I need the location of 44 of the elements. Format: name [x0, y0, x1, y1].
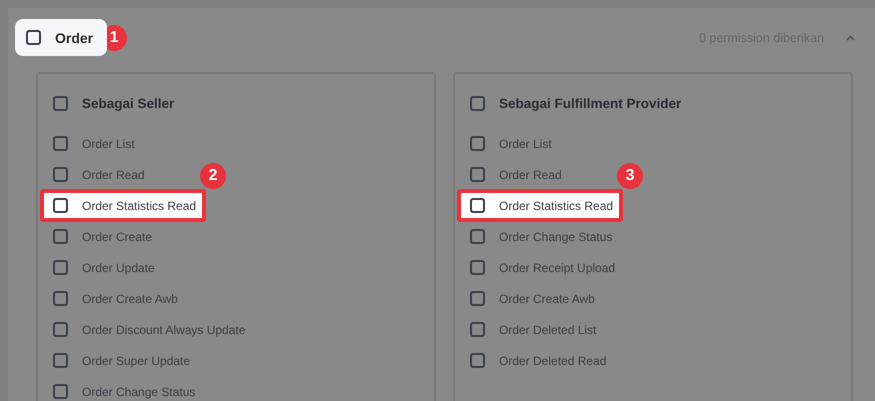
permission-label: Order List	[499, 136, 552, 150]
checkbox[interactable]	[26, 30, 41, 45]
group-title: Sebagai Seller	[82, 96, 174, 110]
permission-label: Order Update	[82, 260, 155, 274]
checkbox[interactable]	[53, 322, 68, 337]
section-label: Order	[55, 30, 94, 46]
permission-label: Order Create Awb	[82, 292, 178, 306]
permission-label: Order Change Status	[499, 230, 612, 244]
permission-label: Order Create	[82, 230, 152, 244]
permission-label: Order List	[82, 136, 135, 150]
checkbox[interactable]	[470, 260, 485, 275]
checkbox[interactable]	[53, 260, 68, 275]
checkbox[interactable]	[470, 291, 485, 306]
checkbox[interactable]	[470, 136, 485, 151]
checkbox[interactable]	[53, 167, 68, 182]
permission-label: Order Read	[499, 168, 562, 182]
checkbox[interactable]	[53, 96, 68, 110]
permission-label: Order Read	[82, 168, 145, 182]
chevron-up-icon[interactable]	[846, 34, 855, 40]
checkbox[interactable]	[53, 384, 68, 399]
checkbox[interactable]	[53, 353, 68, 368]
step-number: 2	[200, 163, 226, 189]
permission-label: Order Deleted Read	[499, 354, 606, 368]
checkbox[interactable]	[53, 198, 68, 213]
permission-label: Order Statistics Read	[499, 198, 614, 212]
checkbox[interactable]	[470, 96, 485, 110]
permission-label: Order Receipt Upload	[499, 260, 616, 274]
permission-label: Order Discount Always Update	[82, 322, 246, 336]
permission-label: Order Create Awb	[499, 292, 595, 306]
permission-label: Order Change Status	[82, 384, 196, 398]
permission-label: Order Super Update	[82, 354, 190, 368]
checkbox[interactable]	[53, 291, 68, 306]
permission-label: Order Deleted List	[499, 322, 596, 336]
checkbox[interactable]	[53, 229, 68, 244]
section-chip[interactable]: Order	[15, 19, 108, 56]
checkbox[interactable]	[470, 322, 485, 337]
checkbox[interactable]	[470, 198, 485, 213]
permission-label: Order Statistics Read	[82, 198, 196, 212]
step-number: 3	[617, 163, 644, 189]
group-title: Sebagai Fulfillment Provider	[499, 96, 682, 110]
checkbox[interactable]	[470, 167, 485, 182]
checkbox[interactable]	[470, 229, 485, 244]
checkbox[interactable]	[53, 136, 68, 151]
checkbox[interactable]	[470, 353, 485, 368]
